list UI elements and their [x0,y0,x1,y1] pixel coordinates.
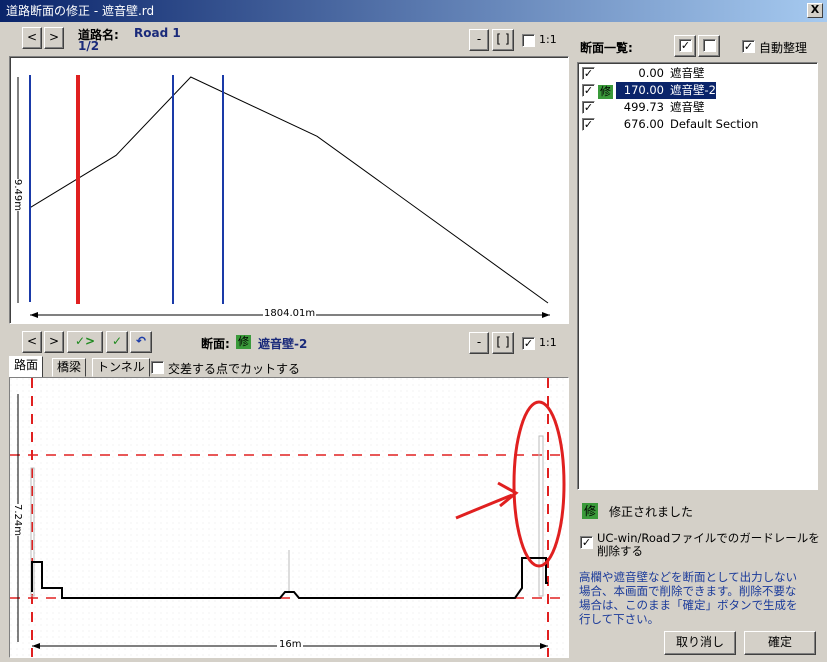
modified-badge: 修 [236,334,251,349]
cancel-button[interactable]: 取り消し [664,631,736,655]
list-item[interactable]: ✓ 0.00 遮音壁 [582,65,818,82]
list-item-station: 676.00 [623,117,664,131]
modified-badge-text: 修 [236,335,251,349]
list-item[interactable]: ✓ 676.00 Default Section [582,116,818,133]
section-height-label: 7.24m [12,504,23,537]
confirm-button[interactable]: ✓ [106,331,128,353]
check-all-icon: ✓ [679,39,692,52]
height-dimension-label: 9.49m [12,179,23,212]
cut-at-intersection-label: 交差する点でカットする [168,362,301,376]
cross-section-svg [10,378,568,657]
bottom-scale-checkbox[interactable]: ✓ [522,337,535,350]
list-item-name: 遮音壁 [670,100,705,114]
legend-modified-text: 修正されました [609,505,694,519]
prev-section-button[interactable]: < [22,331,42,353]
close-button[interactable]: X [807,3,823,18]
info-text-line: 行して下さい。 [579,612,660,626]
undo-button[interactable]: ↶ [130,331,152,353]
legend-modified-badge-text: 修 [582,503,599,519]
section-list-title: 断面一覧: [580,41,633,55]
tab-bridge[interactable]: 橋梁 [52,358,87,377]
list-item-checkbox[interactable]: ✓ [582,101,595,114]
section-fit-view-button[interactable]: [ ] [492,332,514,354]
section-zoom-out-button[interactable]: - [469,332,489,354]
fit-view-button[interactable]: [ ] [492,29,514,51]
list-item-name: 遮音壁 [670,66,705,80]
list-item-name: Default Section [670,117,759,131]
road-page-indicator: 1/2 [78,39,100,53]
bottom-scale-label: 1:1 [539,336,557,349]
cross-section-canvas[interactable]: 7.24m 16m [9,377,569,658]
auto-arrange-label: 自動整理 [759,41,808,55]
list-item-checkbox[interactable]: ✓ [582,84,595,97]
auto-arrange-checkbox[interactable]: ✓ [742,40,755,53]
delete-guardrail-label-line2: 削除する [597,544,643,558]
list-item-checkbox[interactable]: ✓ [582,118,595,131]
next-road-button[interactable]: > [44,27,64,49]
top-scale-label: 1:1 [539,33,557,46]
length-dimension-arrow-left [30,312,38,318]
section-name-value: 遮音壁-2 [258,337,308,351]
ok-button[interactable]: 確定 [744,631,816,655]
list-item[interactable]: ✓ 499.73 遮音壁 [582,99,818,116]
road-profile-line [29,76,549,304]
zoom-out-button[interactable]: - [469,29,489,51]
cut-at-intersection-checkbox[interactable] [151,361,164,374]
list-item[interactable]: ✓ 修 170.00 遮音壁-2 [582,82,818,99]
list-item-station: 170.00 [623,83,664,97]
check-all-button[interactable]: ✓ [674,35,696,57]
length-dimension-label: 1804.01m [263,308,317,319]
road-name-value: Road 1 [134,26,181,40]
tab-tunnel[interactable]: トンネル [92,358,150,377]
plan-view-canvas[interactable]: 9.49m 1804.01m [9,56,569,324]
section-list[interactable]: ✓ 0.00 遮音壁 ✓ 修 170.00 遮音壁-2 ✓ 499.73 遮音壁… [577,62,818,490]
section-label: 断面: [201,337,230,351]
delete-guardrail-checkbox[interactable]: ✓ [580,536,593,549]
list-item-station: 0.00 [638,66,664,80]
next-section-button[interactable]: > [44,331,64,353]
legend-modified-badge: 修 [582,503,599,519]
prev-road-button[interactable]: < [22,27,42,49]
tab-road-surface[interactable]: 路面 [9,356,44,378]
plan-view-svg [17,75,550,318]
section-width-label: 16m [277,639,304,650]
confirm-next-button[interactable]: ✓> [67,331,103,353]
window-titlebar: 道路断面の修正 - 遮音壁.rd X [0,0,827,22]
length-dimension-arrow-right [542,312,550,318]
canvas-background [10,378,568,657]
top-scale-checkbox[interactable] [522,34,535,47]
uncheck-all-button[interactable] [698,35,720,57]
uncheck-all-icon [703,39,716,52]
list-item-name: 遮音壁-2 [670,83,716,97]
list-item-checkbox[interactable]: ✓ [582,67,595,80]
list-item-station: 499.73 [623,100,664,114]
window-title: 道路断面の修正 - 遮音壁.rd [6,4,155,18]
